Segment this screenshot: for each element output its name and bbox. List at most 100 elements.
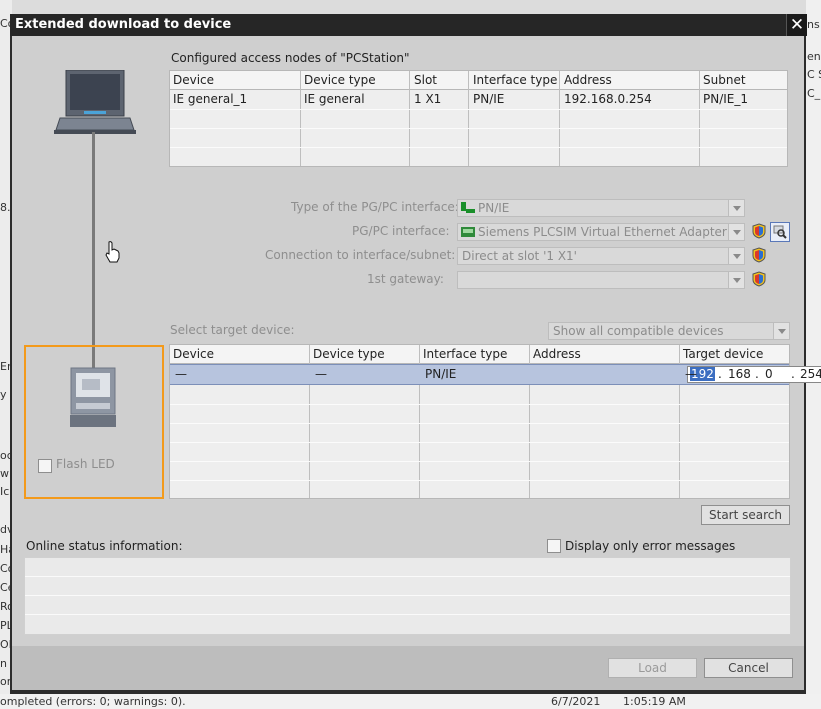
ip-dot: . bbox=[718, 367, 722, 381]
pgpc-interface-value: Siemens PLCSIM Virtual Ethernet Adapter bbox=[478, 225, 727, 239]
connection-label: Connection to interface/subnet: bbox=[265, 248, 456, 262]
select-target-label: Select target device: bbox=[170, 323, 295, 337]
table-row[interactable] bbox=[170, 128, 787, 148]
online-status-area bbox=[24, 557, 791, 635]
table-cell: — bbox=[175, 367, 187, 381]
load-button[interactable]: Load bbox=[608, 658, 697, 678]
table-row[interactable] bbox=[170, 461, 789, 481]
connection-value: Direct at slot '1 X1' bbox=[462, 249, 577, 263]
target-device-panel: Flash LED bbox=[24, 345, 164, 499]
dialog-title: Extended download to device bbox=[15, 17, 232, 32]
start-search-button[interactable]: Start search bbox=[701, 505, 790, 525]
close-button[interactable]: ✕ bbox=[786, 14, 807, 36]
table-cell: PN/IE bbox=[425, 367, 457, 381]
target-table-header: Device Device type Interface type Addres… bbox=[170, 345, 789, 364]
table-cell: 1 X1 bbox=[414, 92, 442, 106]
ip-address-input[interactable]: 192 . 168 . 0 . 254 bbox=[687, 366, 821, 383]
ip-octet-4[interactable]: 254 bbox=[800, 367, 821, 381]
bg-fragment: C_1 bbox=[807, 87, 821, 100]
load-label: Load bbox=[638, 661, 667, 675]
ip-dot: . bbox=[755, 367, 759, 381]
chevron-down-icon[interactable] bbox=[773, 323, 789, 339]
table-cell: PN/IE bbox=[473, 92, 505, 106]
access-nodes-title: Configured access nodes of "PCStation" bbox=[171, 51, 410, 65]
column-header[interactable]: Device type bbox=[313, 347, 385, 361]
gateway-select[interactable] bbox=[457, 271, 745, 289]
ethernet-adapter-icon bbox=[461, 227, 475, 237]
diagnostics-button[interactable] bbox=[770, 222, 790, 242]
table-row[interactable]: IE general_1 IE general 1 X1 PN/IE 192.1… bbox=[170, 90, 787, 110]
table-row[interactable] bbox=[170, 404, 789, 424]
column-header[interactable]: Target device bbox=[683, 347, 763, 361]
background-status-bar: ompleted (errors: 0; warnings: 0). 6/7/2… bbox=[0, 694, 821, 709]
extended-download-dialog: Extended download to device ✕ Flash LED bbox=[10, 14, 821, 694]
table-cell: — bbox=[315, 367, 327, 381]
table-cell: — bbox=[685, 367, 697, 381]
ip-octet-2[interactable]: 168 bbox=[728, 367, 751, 381]
hand-cursor-icon bbox=[105, 241, 120, 263]
pgpc-type-select[interactable]: PN/IE bbox=[457, 199, 745, 217]
ip-dot: . bbox=[791, 367, 795, 381]
table-row[interactable] bbox=[170, 385, 789, 405]
access-nodes-table: Device Device type Slot Interface type A… bbox=[169, 70, 788, 167]
pgpc-type-label: Type of the PG/PC interface: bbox=[291, 200, 459, 214]
bg-fragment: C S bbox=[807, 68, 821, 81]
table-row[interactable] bbox=[170, 423, 789, 443]
column-header[interactable]: Address bbox=[564, 73, 612, 87]
shield-icon[interactable] bbox=[752, 271, 766, 287]
flash-led-checkbox[interactable] bbox=[38, 459, 52, 473]
background-app-right: ns end C S C_1 bbox=[806, 0, 821, 709]
table-row[interactable] bbox=[170, 442, 789, 462]
column-header[interactable]: Address bbox=[533, 347, 581, 361]
bg-fragment: end bbox=[807, 50, 821, 63]
table-cell: IE general bbox=[304, 92, 365, 106]
shield-icon[interactable] bbox=[752, 223, 766, 239]
start-search-label: Start search bbox=[709, 508, 782, 522]
chevron-down-icon[interactable] bbox=[728, 272, 744, 288]
target-filter-value: Show all compatible devices bbox=[553, 324, 724, 338]
gateway-label: 1st gateway: bbox=[367, 272, 444, 286]
bg-fragment: ns bbox=[807, 18, 820, 31]
device-icon bbox=[70, 367, 116, 427]
shield-icon[interactable] bbox=[752, 247, 766, 263]
flash-led-label: Flash LED bbox=[56, 457, 115, 471]
connection-line bbox=[92, 132, 95, 368]
connection-select[interactable]: Direct at slot '1 X1' bbox=[457, 247, 745, 265]
laptop-icon bbox=[54, 70, 136, 134]
table-cell: 192.168.0.254 bbox=[564, 92, 652, 106]
target-filter-select[interactable]: Show all compatible devices bbox=[548, 322, 790, 340]
column-header[interactable]: Device bbox=[173, 73, 214, 87]
bg-status-time: 1:05:19 AM bbox=[623, 695, 686, 708]
display-errors-label: Display only error messages bbox=[565, 539, 736, 553]
pgpc-interface-select[interactable]: Siemens PLCSIM Virtual Ethernet Adapter bbox=[457, 223, 745, 241]
column-header[interactable]: Interface type bbox=[423, 347, 507, 361]
chevron-down-icon[interactable] bbox=[728, 224, 744, 240]
table-cell: PN/IE_1 bbox=[703, 92, 749, 106]
chevron-down-icon[interactable] bbox=[728, 200, 744, 216]
online-status-label: Online status information: bbox=[26, 539, 183, 553]
selected-target-row[interactable]: — — PN/IE 192 . 168 . 0 . 254 — bbox=[170, 364, 821, 385]
cancel-button[interactable]: Cancel bbox=[704, 658, 793, 678]
column-header[interactable]: Subnet bbox=[703, 73, 746, 87]
pgpc-type-value: PN/IE bbox=[478, 201, 510, 215]
dialog-footer: Load Cancel bbox=[12, 646, 804, 690]
column-header[interactable]: Slot bbox=[414, 73, 437, 87]
pgpc-interface-label: PG/PC interface: bbox=[352, 224, 450, 238]
bg-status-date: 6/7/2021 bbox=[551, 695, 601, 708]
magnifier-icon bbox=[773, 225, 787, 239]
table-cell: IE general_1 bbox=[173, 92, 248, 106]
network-interface-icon bbox=[461, 202, 475, 213]
column-header[interactable]: Interface type bbox=[473, 73, 557, 87]
ip-octet-3[interactable]: 0 bbox=[765, 367, 773, 381]
dialog-titlebar[interactable]: Extended download to device ✕ bbox=[10, 14, 807, 36]
dialog-client-area: Flash LED Configured access nodes of "PC… bbox=[12, 36, 821, 690]
table-row[interactable] bbox=[170, 109, 787, 129]
access-nodes-header: Device Device type Slot Interface type A… bbox=[170, 71, 787, 90]
cancel-label: Cancel bbox=[728, 661, 769, 675]
column-header[interactable]: Device type bbox=[304, 73, 376, 87]
column-header[interactable]: Device bbox=[173, 347, 214, 361]
target-device-table: Device Device type Interface type Addres… bbox=[169, 344, 821, 499]
bg-status-message: ompleted (errors: 0; warnings: 0). bbox=[0, 695, 186, 708]
chevron-down-icon[interactable] bbox=[728, 248, 744, 264]
display-errors-checkbox[interactable] bbox=[547, 539, 561, 553]
